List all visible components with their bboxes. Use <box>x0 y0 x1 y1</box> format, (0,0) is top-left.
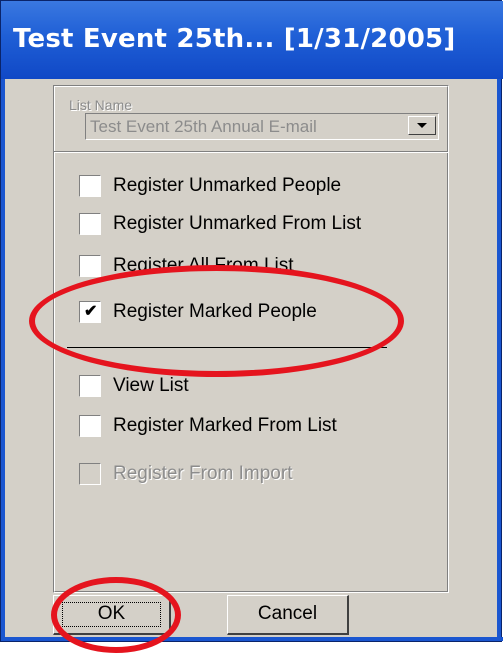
checkbox-disabled <box>79 463 101 485</box>
cancel-label: Cancel <box>257 603 318 624</box>
window-title: Test Event 25th... [1/31/2005] <box>13 24 456 54</box>
list-name-label: List Name <box>69 97 133 113</box>
option-label: Register Unmarked People <box>113 175 342 196</box>
option-label: Register From Import <box>113 463 293 484</box>
cancel-button[interactable]: Cancel <box>227 595 349 635</box>
option-label: View List <box>113 375 189 396</box>
checkbox[interactable] <box>79 255 101 277</box>
checkbox[interactable] <box>79 175 101 197</box>
window-frame-right <box>497 79 501 641</box>
option-label: Register Unmarked From List <box>113 213 362 234</box>
option-register-all-from-list[interactable]: Register All From List <box>79 251 379 279</box>
option-register-from-import: Register From Import <box>79 459 379 487</box>
checkbox[interactable] <box>79 375 101 397</box>
window-frame-bottom <box>1 637 503 641</box>
option-label: Register Marked From List <box>113 415 337 436</box>
option-register-unmarked-people[interactable]: Register Unmarked People <box>79 171 379 199</box>
option-register-unmarked-from-list[interactable]: Register Unmarked From List <box>79 209 379 237</box>
checkbox-checked[interactable]: ✔ <box>79 301 101 323</box>
option-register-marked-from-list[interactable]: Register Marked From List <box>79 411 379 439</box>
option-register-marked-people[interactable]: ✔ Register Marked People <box>79 297 379 325</box>
options-group <box>53 85 449 593</box>
window-frame-left <box>1 79 5 641</box>
option-view-list[interactable]: View List <box>79 371 379 399</box>
option-label: Register Marked People <box>113 301 317 322</box>
separator <box>67 347 387 348</box>
event-registration-dialog: Test Event 25th... [1/31/2005] List Name… <box>0 0 503 653</box>
dropdown-arrow-icon <box>417 123 427 128</box>
option-label: Register All From List <box>113 255 294 276</box>
options-group-inner <box>54 86 448 592</box>
focus-rectangle <box>62 602 161 627</box>
list-name-combo: Test Event 25th Annual E-mail <box>85 113 439 140</box>
check-icon: ✔ <box>84 303 98 320</box>
list-name-dropdown-button <box>408 116 436 135</box>
list-name-value: Test Event 25th Annual E-mail <box>90 117 317 136</box>
title-bar[interactable]: Test Event 25th... [1/31/2005] <box>1 1 503 79</box>
checkbox[interactable] <box>79 415 101 437</box>
ok-button[interactable]: OK <box>53 595 171 635</box>
checkbox[interactable] <box>79 213 101 235</box>
separator <box>54 151 448 153</box>
